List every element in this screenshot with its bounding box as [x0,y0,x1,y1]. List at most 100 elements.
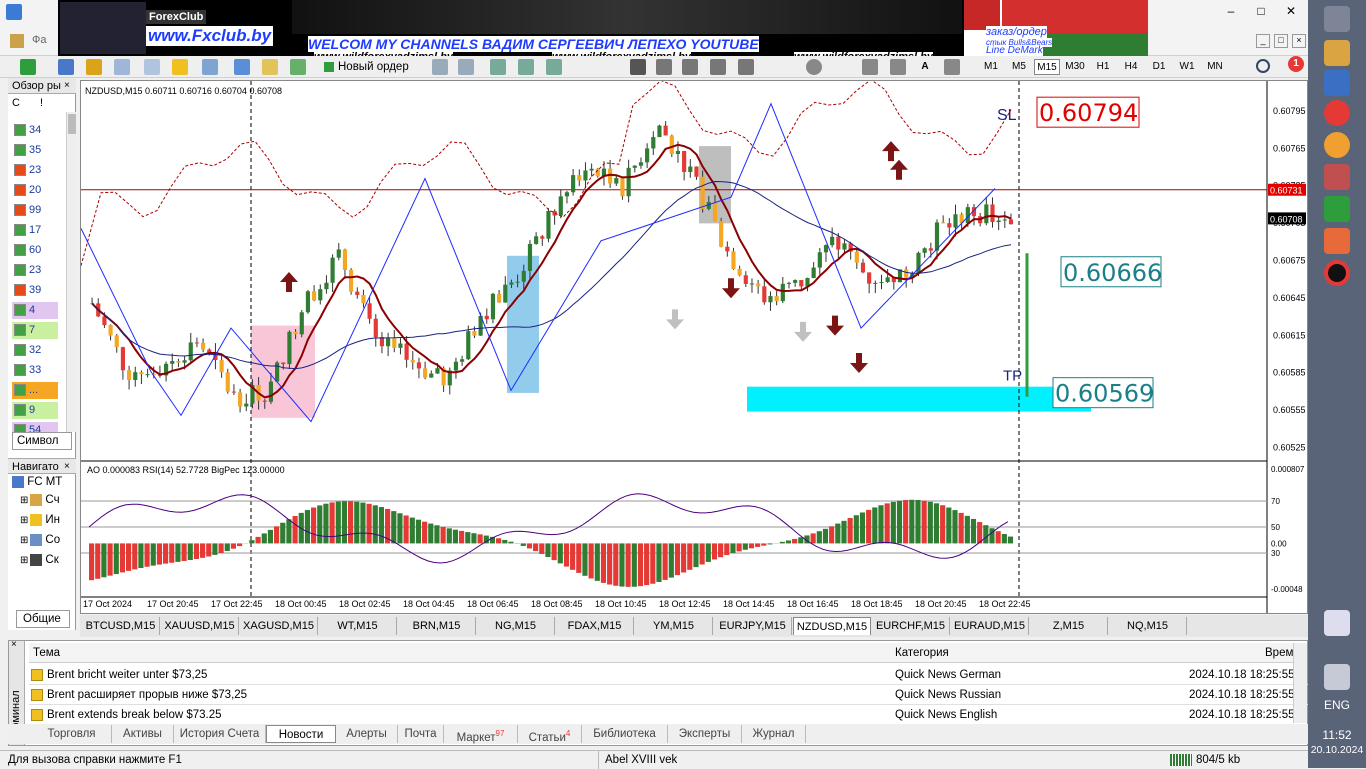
timeframe-mn[interactable]: MN [1202,59,1228,75]
terminal-tab[interactable]: Новости [266,725,336,743]
market-watch-row[interactable]: 17 [12,222,58,239]
market-watch-row[interactable]: 34 [12,122,58,139]
chart-tab[interactable]: NG,M15 [477,617,555,635]
minimize-icon[interactable]: – [1220,4,1242,20]
navigator-item[interactable]: ⊞Ск [20,554,59,566]
terminal-tab[interactable]: История Счета [174,725,266,743]
market-watch-row[interactable]: 23 [12,162,58,179]
chart-tab[interactable]: FDAX,M15 [556,617,634,635]
market-watch-row[interactable]: 33 [12,362,58,379]
triangle-icon[interactable] [862,59,878,75]
timeframe-h4[interactable]: H4 [1118,59,1144,75]
news-row[interactable]: Brent extends break below $73.25Quick Ne… [29,705,1309,725]
general-tab[interactable]: Общие [16,610,70,628]
terminal-tab[interactable]: Журнал [742,725,806,743]
chart-tab[interactable]: BRN,M15 [398,617,476,635]
timeframe-m1[interactable]: M1 [978,59,1004,75]
new-order-button[interactable]: Новый ордер [324,59,409,75]
cursor-icon[interactable] [630,59,646,75]
explorer-icon[interactable] [1324,40,1350,66]
chart-tab[interactable]: WT,M15 [319,617,397,635]
fibo-icon[interactable] [890,59,906,75]
chart-tab[interactable]: Z,M15 [1030,617,1108,635]
terminal-tab[interactable]: Алерты [336,725,398,743]
market-watch-row[interactable]: 20 [12,182,58,199]
terminal-icon[interactable] [172,59,188,75]
site-link[interactable]: www.Fxclub.by [146,26,273,46]
col-topic[interactable]: Тема [33,643,60,663]
market-watch-row[interactable]: 99 [12,202,58,219]
terminal-tab[interactable]: Статьи4 [518,725,582,743]
market-watch-row[interactable]: 7 [12,322,58,339]
autoscroll-icon[interactable] [234,59,250,75]
chart-tab[interactable]: XAUUSD,M15 [161,617,239,635]
market-watch-row[interactable]: 23 [12,262,58,279]
timeframe-m15[interactable]: M15 [1034,59,1060,75]
tester-icon[interactable] [202,59,218,75]
crosshair-icon[interactable] [656,59,672,75]
hline-icon[interactable] [710,59,726,75]
app-icon[interactable] [6,4,22,20]
line-chart-icon[interactable] [546,59,562,75]
zoom-in-icon[interactable] [432,59,448,75]
timeframe-w1[interactable]: W1 [1174,59,1200,75]
chart-area[interactable]: 0.607950.607650.607350.607050.606750.606… [80,80,1308,614]
timeframe-d1[interactable]: D1 [1146,59,1172,75]
terminal-tab[interactable]: Маркет97 [444,725,518,743]
bar-chart-icon[interactable] [490,59,506,75]
close-icon[interactable]: × [64,78,70,94]
timeframe-m5[interactable]: M5 [1006,59,1032,75]
market-watch-row[interactable]: 60 [12,242,58,259]
clock-date[interactable]: 20.10.2024 [1308,744,1366,756]
terminal-tab[interactable]: Библиотека [582,725,668,743]
timeframe-h1[interactable]: H1 [1090,59,1116,75]
news-row[interactable]: Brent bricht weiter unter $73,25Quick Ne… [29,665,1309,685]
nav-root[interactable]: FC MT [12,476,62,488]
mdi-restore-icon[interactable]: □ [1274,34,1288,48]
mw-scrollbar[interactable] [66,112,76,432]
terminal-tab[interactable]: Активы [112,725,174,743]
expand-icon[interactable]: ⊞ [20,535,28,546]
candle-chart-icon[interactable] [518,59,534,75]
close-icon[interactable]: × [11,639,17,650]
ad-banner[interactable]: ForexClub www.Fxclub.by WELCOM MY CHANNE… [58,0,1148,56]
market-watch-row[interactable]: 4 [12,302,58,319]
chart-tab[interactable]: BTCUSD,M15 [82,617,160,635]
mdi-close-icon[interactable]: × [1292,34,1306,48]
market-watch-row[interactable]: 9 [12,402,58,419]
navigator-icon[interactable] [144,59,160,75]
zoom-out-icon[interactable] [458,59,474,75]
market-watch-row[interactable]: 32 [12,342,58,359]
chart-tab[interactable]: EURAUD,M15 [951,617,1029,635]
expand-icon[interactable]: ⊞ [20,515,28,526]
text-tool-icon[interactable]: A [918,59,932,75]
navigator-item[interactable]: ⊞Со [20,534,60,546]
ellipse-icon[interactable] [806,59,822,75]
mw-col-alert[interactable]: ! [40,95,43,111]
clock-time[interactable]: 11:52 [1308,728,1366,742]
chart-tab[interactable]: EURJPY,M15 [714,617,792,635]
notification-badge[interactable]: 1 [1288,56,1304,72]
app-icon-1[interactable] [1324,70,1350,96]
market-watch-row[interactable]: ... [12,382,58,399]
chart-shift-icon[interactable] [262,59,278,75]
trendline-icon[interactable] [738,59,754,75]
expand-icon[interactable]: ⊞ [20,495,28,506]
language-indicator[interactable]: ENG [1308,698,1366,712]
app-icon-2[interactable] [1324,228,1350,254]
chart-tab[interactable]: XAGUSD,M15 [240,617,318,635]
news-row[interactable]: Brent расширяет прорыв ниже $73,25Quick … [29,685,1309,705]
col-category[interactable]: Категория [895,643,949,663]
new-chart-icon[interactable] [20,59,36,75]
record-icon[interactable] [1324,260,1350,286]
paint-icon[interactable] [1324,132,1350,158]
opera-icon[interactable] [1324,100,1350,126]
network-icon[interactable] [1324,664,1350,690]
navigator-item[interactable]: ⊞Ин [20,514,60,526]
search-icon[interactable] [1256,59,1270,73]
vline-icon[interactable] [682,59,698,75]
profiles-icon[interactable] [58,59,74,75]
data-window-icon[interactable] [114,59,130,75]
news-scrollbar[interactable] [1293,643,1307,723]
start-icon[interactable] [1324,6,1350,32]
